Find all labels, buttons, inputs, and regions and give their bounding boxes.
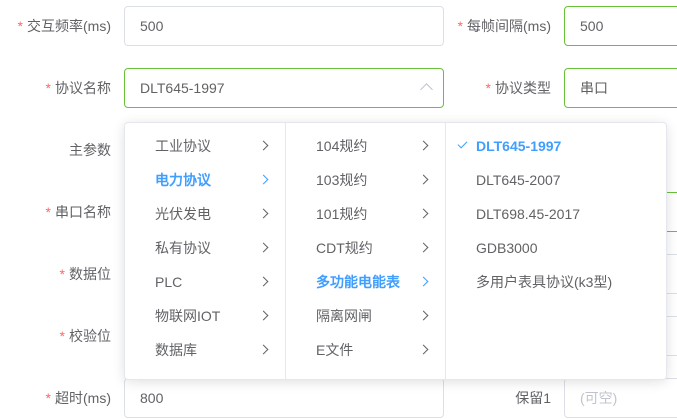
cascader-node[interactable]: 电力协议 [125, 163, 285, 197]
cascader-node[interactable]: 隔离网闸 [286, 299, 445, 333]
cascader-node-label: 工业协议 [155, 138, 211, 154]
chevron-right-icon [418, 344, 429, 355]
main-param-label: 主参数 [69, 142, 111, 158]
required-mark: * [485, 80, 491, 96]
chevron-right-icon [418, 208, 429, 219]
parity-label: * 校验位 [59, 328, 111, 344]
cascader-menu-level2: 104规约 103规约 101规约 CDT规约多功能电能表 隔离网闸 E文件 [285, 123, 445, 379]
cascader-node[interactable]: 数据库 [125, 333, 285, 367]
cascader-node[interactable]: DLT645-1997 [446, 129, 666, 163]
cascader-node-label: E文件 [316, 342, 354, 358]
interaction-freq-input[interactable]: 500 [124, 6, 444, 46]
data-bits-label: * 数据位 [59, 266, 111, 282]
cascader-node-label: 103规约 [316, 172, 368, 188]
cascader-node-label: DLT645-1997 [476, 138, 562, 154]
cascader-node[interactable]: 物联网IOT [125, 299, 285, 333]
cascader-node-label: 私有协议 [155, 240, 211, 256]
serial-name-label: * 串口名称 [45, 204, 111, 220]
cascader-node-label: 光伏发电 [155, 206, 211, 222]
cascader-menu-level1: 工业协议电力协议光伏发电私有协议 PLC 物联网IOT 数据库 [125, 123, 285, 379]
cascader-node-label: DLT645-2007 [476, 172, 561, 188]
chevron-right-icon [418, 140, 429, 151]
cascader-node-label: 电力协议 [155, 172, 211, 188]
required-mark: * [45, 390, 51, 406]
chevron-up-icon [420, 83, 433, 96]
cascader-node[interactable]: 104规约 [286, 129, 445, 163]
cascader-node-label: PLC [155, 274, 183, 290]
required-mark: * [59, 328, 65, 344]
cascader-node[interactable]: 101规约 [286, 197, 445, 231]
cascader-menu-level3: DLT645-1997 DLT645-2007 DLT698.45-2017 GDB3… [445, 123, 666, 379]
required-mark: * [457, 18, 463, 34]
cascader-node[interactable]: DLT645-2007 [446, 163, 666, 197]
cascader-node[interactable]: DLT698.45-2017 [446, 197, 666, 231]
reserved1-label: 保留1 [515, 390, 551, 406]
cascader-node-label: 104规约 [316, 138, 368, 154]
cascader-node[interactable]: GDB3000 [446, 231, 666, 265]
cascader-node[interactable]: CDT规约 [286, 231, 445, 265]
cascader-node[interactable]: 103规约 [286, 163, 445, 197]
timeout-input[interactable]: 800 [124, 378, 444, 418]
cascader-node[interactable]: 私有协议 [125, 231, 285, 265]
chevron-right-icon [258, 140, 269, 151]
chevron-right-icon [258, 276, 269, 287]
required-mark: * [17, 18, 23, 34]
cascader-node-label: 隔离网闸 [316, 308, 372, 324]
chevron-right-icon [418, 174, 429, 185]
chevron-right-icon [418, 242, 429, 253]
required-mark: * [45, 204, 51, 220]
frame-interval-label: * 每帧间隔(ms) [457, 18, 551, 34]
chevron-right-icon [258, 344, 269, 355]
cascader-node[interactable]: E文件 [286, 333, 445, 367]
protocol-cascader-panel: 工业协议 电力协议 光伏发电 私有协议 PLC 物联网IOT 数据库 104规约 103规约 1… [124, 122, 667, 380]
cascader-node[interactable]: 多功能电能表 [286, 265, 445, 299]
cascader-node-label: DLT698.45-2017 [476, 206, 581, 222]
protocol-type-label: * 协议类型 [485, 80, 551, 96]
cascader-node[interactable]: 光伏发电 [125, 197, 285, 231]
cascader-node-label: 物联网IOT [155, 308, 221, 324]
cascader-node-label: 101规约 [316, 206, 368, 222]
chevron-right-icon [258, 242, 269, 253]
chevron-right-icon [418, 276, 429, 287]
cascader-node[interactable]: 工业协议 [125, 129, 285, 163]
required-mark: * [45, 80, 51, 96]
chevron-right-icon [258, 174, 269, 185]
cascader-node-label: CDT规约 [316, 240, 373, 256]
protocol-name-label: * 协议名称 [45, 80, 111, 96]
cascader-node[interactable]: PLC [125, 265, 285, 299]
chevron-right-icon [258, 310, 269, 321]
protocol-name-select[interactable]: DLT645-1997 [124, 68, 444, 108]
timeout-label: * 超时(ms) [45, 390, 111, 406]
frame-interval-input[interactable]: 500 [564, 6, 677, 46]
required-mark: * [59, 266, 65, 282]
cascader-node-label: GDB3000 [476, 240, 538, 256]
chevron-right-icon [418, 310, 429, 321]
reserved1-input[interactable]: (可空) [564, 378, 677, 418]
check-icon [457, 138, 468, 149]
cascader-node-label: 多功能电能表 [316, 274, 400, 290]
protocol-type-select[interactable]: 串口 [564, 68, 677, 108]
chevron-right-icon [258, 208, 269, 219]
interaction-freq-label: * 交互频率(ms) [17, 18, 111, 34]
cascader-node[interactable]: 多用户表具协议(k3型) [446, 265, 666, 299]
cascader-node-label: 多用户表具协议(k3型) [476, 274, 613, 290]
cascader-node-label: 数据库 [155, 342, 197, 358]
